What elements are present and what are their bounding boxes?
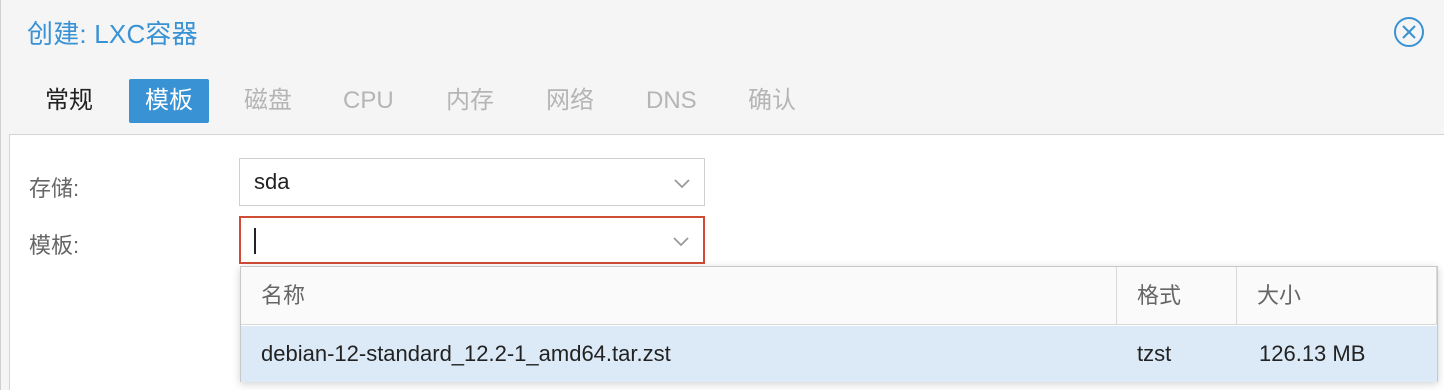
cell-format: tzst: [1137, 341, 1172, 366]
chevron-down-icon[interactable]: [671, 231, 691, 251]
storage-label: 存储:: [29, 176, 80, 201]
storage-value: sda: [254, 169, 290, 194]
template-dropdown-grid: 名称 格式 大小 debian-12-standard_12.2-1_amd64…: [240, 266, 1438, 382]
tab-cpu: CPU: [343, 87, 394, 114]
column-header-format[interactable]: 格式: [1117, 267, 1237, 325]
tab-network: 网络: [546, 87, 594, 114]
tab-template[interactable]: 模板: [129, 79, 209, 123]
grid-header: 名称 格式 大小: [241, 267, 1437, 325]
cell-name: debian-12-standard_12.2-1_amd64.tar.zst: [261, 341, 671, 366]
template-label: 模板:: [29, 233, 80, 258]
tab-dns: DNS: [646, 87, 697, 114]
close-icon[interactable]: [1393, 16, 1425, 48]
tab-confirm: 确认: [748, 87, 796, 114]
tab-disk: 磁盘: [244, 87, 292, 114]
tab-memory: 内存: [446, 87, 494, 114]
column-header-name[interactable]: 名称: [241, 267, 1117, 325]
create-lxc-dialog: 创建: LXC容器 常规 模板 磁盘 CPU 内存 网络 DNS 确认 存储: …: [0, 0, 1444, 390]
storage-select[interactable]: sda: [239, 158, 705, 206]
tab-general[interactable]: 常规: [30, 79, 108, 123]
dialog-titlebar: 创建: LXC容器: [1, 0, 1444, 64]
table-row[interactable]: debian-12-standard_12.2-1_amd64.tar.zst …: [241, 326, 1437, 382]
chevron-down-icon[interactable]: [672, 173, 692, 193]
column-header-size[interactable]: 大小: [1237, 267, 1437, 325]
template-select[interactable]: [239, 216, 705, 264]
cell-size: 126.13 MB: [1259, 341, 1366, 366]
text-cursor: [254, 228, 256, 254]
wizard-tabs: 常规 模板 磁盘 CPU 内存 网络 DNS 确认: [1, 64, 1444, 134]
dialog-title: 创建: LXC容器: [27, 19, 198, 49]
